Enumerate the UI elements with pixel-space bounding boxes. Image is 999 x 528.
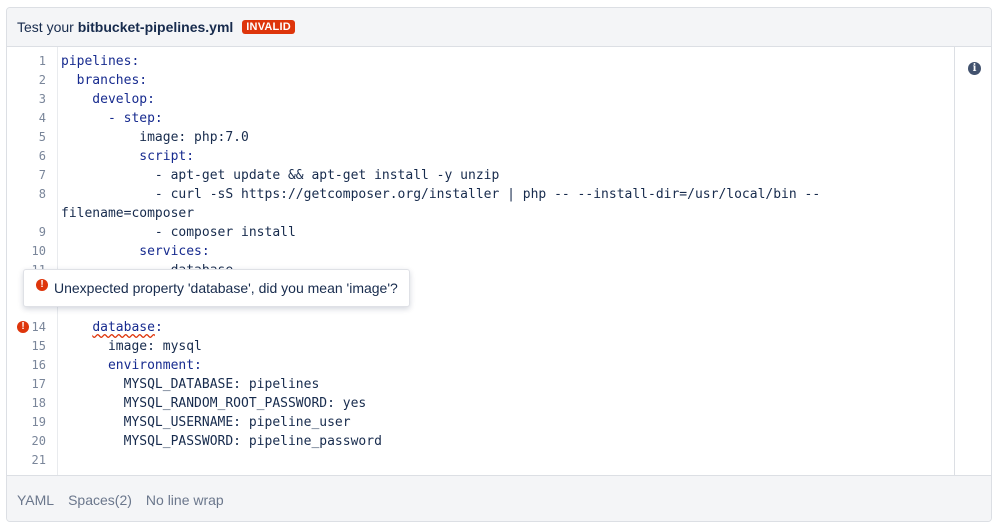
line-number: 10	[31, 244, 46, 258]
wrap-setting[interactable]: No line wrap	[146, 492, 224, 508]
line-code: - curl -sS https://getcomposer.org/insta…	[61, 187, 821, 202]
line-code: branches:	[61, 73, 148, 88]
code-line: 8 - curl -sS https://getcomposer.org/ins…	[7, 185, 955, 204]
error-token[interactable]: database	[92, 320, 155, 335]
line-code: - step:	[61, 111, 163, 126]
pipeline-validator-panel: Test your bitbucket-pipelines.yml INVALI…	[6, 7, 992, 522]
line-number: 20	[31, 434, 46, 448]
line-code: pipelines:	[61, 54, 140, 69]
line-code: environment:	[61, 358, 202, 373]
line-number: 14	[31, 320, 46, 334]
line-number: 16	[31, 358, 46, 372]
code-line: 2 branches:	[7, 71, 955, 90]
line-code: script:	[61, 149, 195, 164]
line-code: image: mysql	[61, 339, 202, 354]
code-line: 4 - step:	[7, 109, 955, 128]
editor-footer: YAML Spaces(2) No line wrap	[7, 475, 991, 521]
line-number: 9	[38, 225, 46, 239]
line-number: 5	[38, 130, 46, 144]
line-code: - composer install	[61, 225, 296, 240]
line-number: 21	[31, 453, 46, 467]
panel-title: Test your bitbucket-pipelines.yml	[17, 19, 233, 35]
code-line: 15 image: mysql	[7, 337, 955, 356]
code-line: 20 MYSQL_PASSWORD: pipeline_password	[7, 432, 955, 451]
error-icon: !	[36, 279, 48, 291]
line-code: services:	[61, 244, 210, 259]
code-line: 9 - composer install	[7, 223, 955, 242]
line-number: 18	[31, 396, 46, 410]
code-line: 3 develop:	[7, 90, 955, 109]
line-code: - apt-get update && apt-get install -y u…	[61, 168, 500, 183]
line-code: database:	[92, 320, 163, 335]
status-badge: INVALID	[242, 20, 295, 34]
line-code: filename=composer	[61, 206, 195, 221]
error-tooltip: ! Unexpected property 'database', did yo…	[23, 269, 410, 307]
code-line: 19 MYSQL_USERNAME: pipeline_user	[7, 413, 955, 432]
line-number: 1	[38, 54, 46, 68]
line-code: MYSQL_RANDOM_ROOT_PASSWORD: yes	[61, 396, 367, 411]
code-line: 1 pipelines:	[7, 52, 955, 71]
line-code: develop:	[61, 92, 155, 107]
code-editor[interactable]: 1 pipelines: 2 branches: 3 develop: 4 - …	[7, 47, 955, 475]
panel-header: Test your bitbucket-pipelines.yml INVALI…	[7, 8, 991, 47]
code-line: 21	[7, 451, 955, 470]
code-line: 7 - apt-get update && apt-get install -y…	[7, 166, 955, 185]
line-code: image: php:7.0	[61, 130, 249, 145]
code-line: 18 MYSQL_RANDOM_ROOT_PASSWORD: yes	[7, 394, 955, 413]
line-code: MYSQL_DATABASE: pipelines	[61, 377, 320, 392]
language-mode[interactable]: YAML	[17, 492, 54, 508]
error-message: Unexpected property 'database', did you …	[54, 280, 398, 296]
title-prefix: Test your	[17, 19, 78, 35]
code-line: 6 script:	[7, 147, 955, 166]
title-filename: bitbucket-pipelines.yml	[77, 19, 234, 35]
line-number: 3	[38, 92, 46, 106]
line-number: 15	[31, 339, 46, 353]
code-line: 10 services:	[7, 242, 955, 261]
indent-setting[interactable]: Spaces(2)	[68, 492, 132, 508]
line-number: 4	[38, 111, 46, 125]
code-line: 5 image: php:7.0	[7, 128, 955, 147]
line-number: 8	[38, 187, 46, 201]
line-number: 6	[38, 149, 46, 163]
line-number: 2	[38, 73, 46, 87]
info-icon[interactable]: i	[968, 62, 981, 75]
line-number: 19	[31, 415, 46, 429]
code-line-wrapped: filename=composer	[7, 204, 955, 223]
line-code: MYSQL_PASSWORD: pipeline_password	[61, 434, 382, 449]
code-line-error: ! 14 database:	[7, 318, 955, 337]
line-number: 17	[31, 377, 46, 391]
code-line: 16 environment:	[7, 356, 955, 375]
code-line: 17 MYSQL_DATABASE: pipelines	[7, 375, 955, 394]
line-code: MYSQL_USERNAME: pipeline_user	[61, 415, 351, 430]
line-number: 7	[38, 168, 46, 182]
